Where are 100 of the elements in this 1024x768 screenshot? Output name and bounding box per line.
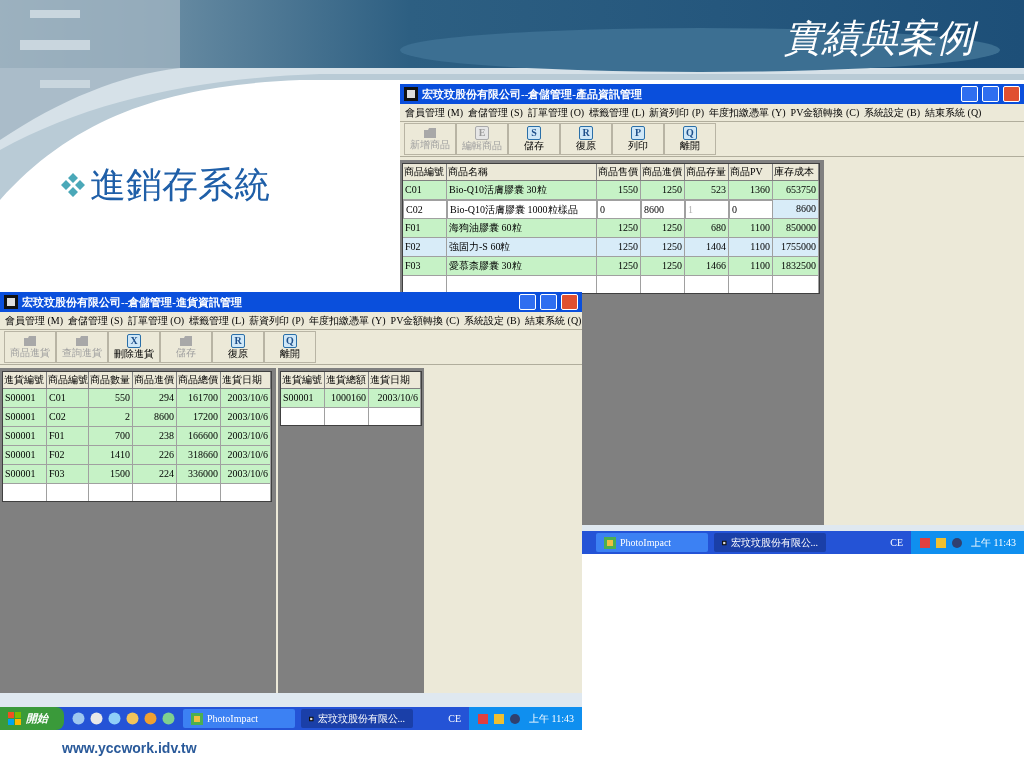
language-indicator[interactable]: CE	[440, 711, 470, 726]
column-header[interactable]: 進貨總額	[325, 372, 369, 389]
menu-item[interactable]: 結束系統 (Q)	[524, 313, 583, 328]
taskbar-button[interactable]: 宏玟玟股份有限公...	[301, 709, 413, 728]
table-cell: 1250	[597, 257, 641, 276]
table-cell: F01	[47, 427, 89, 446]
quick-launch-icon[interactable]	[72, 712, 85, 725]
column-header[interactable]: 商品數量	[89, 372, 133, 389]
column-header[interactable]: 商品編號	[403, 164, 447, 181]
table-cell: 2	[89, 408, 133, 427]
column-header[interactable]: 庫存成本	[773, 164, 819, 181]
table-cell: 強固力-S 60粒	[447, 238, 597, 257]
menu-item[interactable]: 倉儲管理 (S)	[67, 313, 124, 328]
column-header[interactable]: 進貨編號	[3, 372, 47, 389]
column-header[interactable]: 商品售價	[597, 164, 641, 181]
restore-button[interactable]	[982, 86, 999, 102]
toolbar-button[interactable]: X 刪除進貨	[108, 331, 160, 363]
column-header[interactable]: 商品名稱	[447, 164, 597, 181]
key-icon: R	[231, 334, 245, 348]
table-cell: 1404	[685, 238, 729, 257]
table-cell: F02	[47, 446, 89, 465]
table-cell: 238	[133, 427, 177, 446]
toolbar-button[interactable]: S 儲存	[508, 123, 560, 155]
start-button[interactable]: 開始	[0, 707, 64, 730]
input-field[interactable]: 8600	[773, 200, 819, 219]
menu-item[interactable]: 系統設定 (B)	[463, 313, 522, 328]
input-field[interactable]: Bio-Q10活膚膠囊 1000粒樣品	[447, 200, 597, 219]
tray-icon[interactable]	[509, 712, 522, 725]
column-header[interactable]: 商品總價	[177, 372, 221, 389]
toolbar-button[interactable]: Q 離開	[664, 123, 716, 155]
column-header[interactable]: 商品進價	[133, 372, 177, 389]
restore-button[interactable]	[540, 294, 557, 310]
table-cell: 550	[89, 389, 133, 408]
table-cell: 愛慕柰膠囊 30粒	[447, 257, 597, 276]
tray-icon[interactable]	[935, 536, 948, 549]
table-cell: 1550	[597, 181, 641, 200]
taskbar-button[interactable]: 宏玟玟股份有限公...	[714, 533, 826, 552]
toolbar-button[interactable]: P 列印	[612, 123, 664, 155]
menu-item[interactable]: 會員管理 (M)	[4, 313, 65, 328]
tray-icon[interactable]	[493, 712, 506, 725]
table-cell: F03	[47, 465, 89, 484]
table-cell: 海狗油膠囊 60粒	[447, 219, 597, 238]
column-header[interactable]: 商品PV	[729, 164, 773, 181]
table-cell: S00001	[3, 427, 47, 446]
menu-item[interactable]: 標籤管理 (L)	[588, 105, 646, 120]
close-button[interactable]	[561, 294, 578, 310]
menu-item[interactable]: 標籤管理 (L)	[188, 313, 246, 328]
table-cell: 318660	[177, 446, 221, 465]
menu-item[interactable]: PV金額轉換 (C)	[789, 105, 861, 120]
toolbar-button[interactable]: R 復原	[560, 123, 612, 155]
table-cell: 1250	[641, 219, 685, 238]
minimize-button[interactable]	[519, 294, 536, 310]
language-indicator[interactable]: CE	[882, 535, 912, 550]
table-cell: 653750	[773, 181, 819, 200]
close-button[interactable]	[1003, 86, 1020, 102]
minimize-button[interactable]	[961, 86, 978, 102]
menu-item[interactable]: 系統設定 (B)	[863, 105, 922, 120]
column-header[interactable]: 商品進價	[641, 164, 685, 181]
input-field[interactable]: 0	[597, 200, 641, 219]
quick-launch-icon[interactable]	[108, 712, 121, 725]
table-cell: 700	[89, 427, 133, 446]
menu-item[interactable]: 薪資列印 (P)	[248, 313, 306, 328]
table-cell: 2003/10/6	[221, 389, 271, 408]
table-cell: 1410	[89, 446, 133, 465]
menu-item[interactable]: 倉儲管理 (S)	[467, 105, 524, 120]
quick-launch-icon[interactable]	[162, 712, 175, 725]
quick-launch-icon[interactable]	[144, 712, 157, 725]
column-header[interactable]: 進貨編號	[281, 372, 325, 389]
key-icon: P	[631, 126, 645, 140]
quick-launch-icon[interactable]	[126, 712, 139, 725]
toolbar-button[interactable]: Q 離開	[264, 331, 316, 363]
taskbar-button[interactable]: PhotoImpact	[596, 533, 708, 552]
taskbar-button[interactable]: PhotoImpact	[183, 709, 295, 728]
menu-item[interactable]: 結束系統 (Q)	[924, 105, 983, 120]
table-cell: 2003/10/6	[369, 389, 421, 408]
menu-item[interactable]: 訂單管理 (O)	[526, 105, 586, 120]
menu-item[interactable]: 訂單管理 (O)	[126, 313, 186, 328]
menu-item[interactable]: 會員管理 (M)	[404, 105, 465, 120]
table-cell: 1250	[641, 257, 685, 276]
clock: 上午 11:43	[970, 536, 1016, 550]
menu-item[interactable]: PV金額轉換 (C)	[389, 313, 461, 328]
column-header[interactable]: 商品編號	[47, 372, 89, 389]
windows-logo-icon	[8, 711, 22, 726]
menu-item[interactable]: 年度扣繳憑單 (Y)	[708, 105, 787, 120]
table-cell: 166600	[177, 427, 221, 446]
input-field[interactable]: 8600	[641, 200, 685, 219]
column-header[interactable]: 商品存量	[685, 164, 729, 181]
table-cell: F01	[403, 219, 447, 238]
input-field[interactable]: C02	[403, 200, 447, 219]
toolbar-button[interactable]: R 復原	[212, 331, 264, 363]
input-field[interactable]: 0	[729, 200, 773, 219]
tray-icon[interactable]	[951, 536, 964, 549]
column-header[interactable]: 進貨日期	[221, 372, 271, 389]
column-header[interactable]: 進貨日期	[369, 372, 421, 389]
quick-launch-icon[interactable]	[90, 712, 103, 725]
table-cell: 1100	[729, 238, 773, 257]
menu-item[interactable]: 年度扣繳憑單 (Y)	[308, 313, 387, 328]
table-cell: 1360	[729, 181, 773, 200]
table-cell: 2003/10/6	[221, 408, 271, 427]
menu-item[interactable]: 新資列印 (P)	[648, 105, 706, 120]
